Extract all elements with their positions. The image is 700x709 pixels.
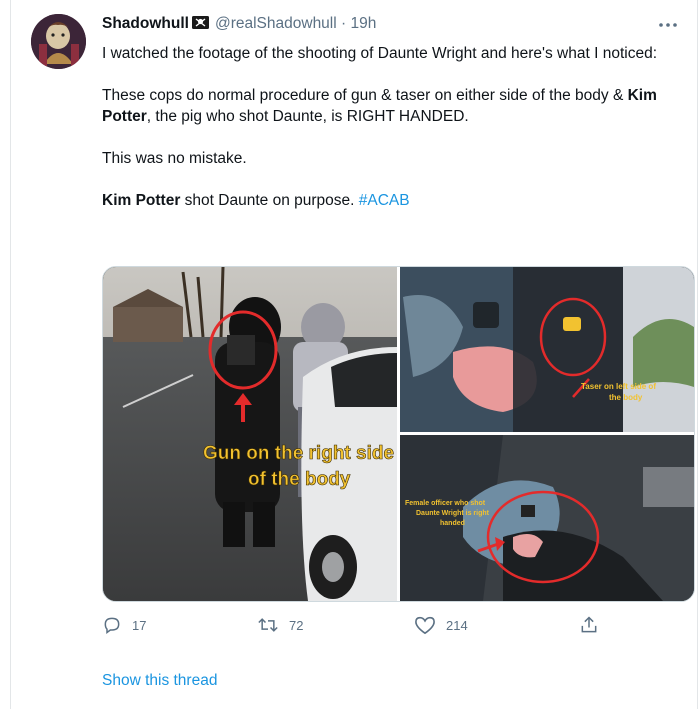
reply-button[interactable]: 17 <box>102 615 146 635</box>
caption-officer-line1: Female officer who shot <box>405 500 486 507</box>
reply-count: 17 <box>132 617 147 633</box>
timestamp[interactable]: 19h <box>351 15 377 32</box>
reply-icon <box>104 617 120 634</box>
caption-taser-line2: the body <box>609 393 643 402</box>
heart-icon <box>415 616 435 635</box>
caption-officer-line2: Daunte Wright is right <box>416 510 490 517</box>
media-svg: Gun on the right side of the body Taser … <box>103 267 694 601</box>
media-image-bottom-right[interactable]: Female officer who shot Daunte Wright is… <box>400 435 694 601</box>
display-name[interactable]: Shadowhull <box>102 15 189 32</box>
show-thread-link[interactable]: Show this thread <box>102 672 217 690</box>
pirate-flag-emoji-icon <box>191 15 209 35</box>
caption-gun-line2: of the body <box>248 469 351 490</box>
media-image-top-right[interactable]: Taser on left side of the body <box>400 267 694 432</box>
paragraph-4-text: shot Daunte on purpose. <box>180 192 359 209</box>
hashtag-link[interactable]: #ACAB <box>359 192 410 209</box>
media-grid[interactable]: Gun on the right side of the body Taser … <box>102 266 695 602</box>
separator-dot: · <box>341 15 347 32</box>
paragraph-2: These cops do normal procedure of gun & … <box>102 85 687 127</box>
share-button[interactable] <box>579 615 599 635</box>
tweet-header: Shadowhull @realShadowhull · 19h <box>102 15 376 35</box>
retweet-icon <box>258 618 278 632</box>
caption-gun-line1: Gun on the right side <box>203 443 394 464</box>
paragraph-3: This was no mistake. <box>102 150 247 167</box>
like-count: 214 <box>446 617 468 633</box>
handle[interactable]: @realShadowhull <box>215 15 337 32</box>
media-image-left[interactable]: Gun on the right side of the body <box>103 267 397 601</box>
media-divider-horizontal <box>400 432 694 435</box>
tweet-text: I watched the footage of the shooting of… <box>102 43 687 211</box>
more-horizontal-icon <box>659 23 677 27</box>
avatar[interactable] <box>31 14 86 69</box>
tweet[interactable]: Shadowhull @realShadowhull · 19h I watche… <box>0 0 700 709</box>
media-divider-vertical <box>397 267 400 601</box>
like-button[interactable]: 214 <box>414 615 468 635</box>
paragraph-2-text: These cops do normal procedure of gun & … <box>102 87 628 104</box>
share-icon <box>581 616 597 633</box>
paragraph-4: Kim Potter shot Daunte on purpose. #ACAB <box>102 190 687 211</box>
tweet-actions: 17 72 214 <box>102 615 602 641</box>
avatar-image <box>31 14 86 69</box>
paragraph-2-tail: , the pig who shot Daunte, is RIGHT HAND… <box>146 108 469 125</box>
retweet-count: 72 <box>289 617 304 633</box>
caption-taser-line1: Taser on left side of <box>581 382 656 391</box>
paragraph-1: I watched the footage of the shooting of… <box>102 45 658 62</box>
retweet-button[interactable]: 72 <box>257 615 303 635</box>
bold-name-2: Kim Potter <box>102 192 181 209</box>
more-options-button[interactable] <box>658 12 678 33</box>
caption-officer-line3: handed <box>440 520 465 527</box>
